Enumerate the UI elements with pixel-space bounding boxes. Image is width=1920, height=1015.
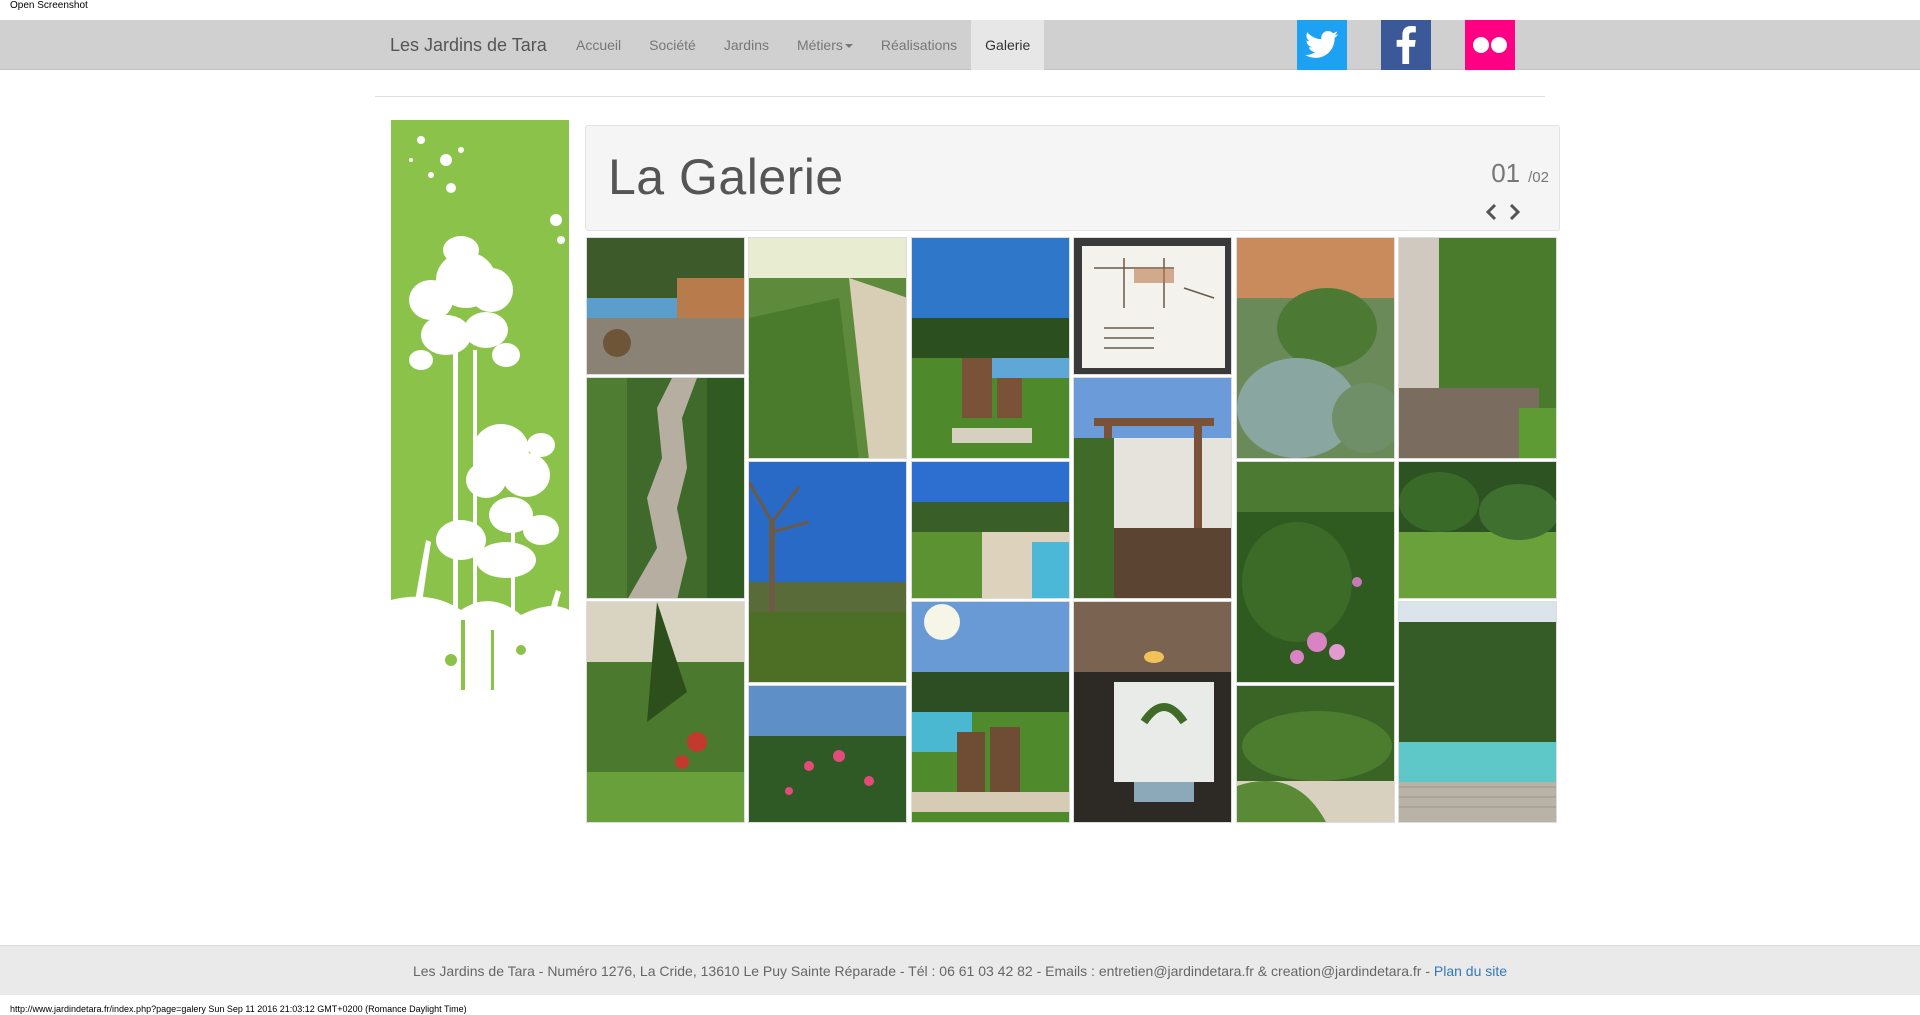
gallery-header: La Galerie 01/02 xyxy=(585,125,1560,231)
gallery-photo[interactable] xyxy=(1073,377,1232,599)
gallery-photo[interactable] xyxy=(586,601,745,823)
status-bar-url: http://www.jardindetara.fr/index.php?pag… xyxy=(10,1004,467,1014)
nav-item-galerie[interactable]: Galerie xyxy=(971,20,1045,70)
brand-link[interactable]: Les Jardins de Tara xyxy=(390,20,547,70)
header-divider xyxy=(375,96,1545,97)
gallery-photo[interactable] xyxy=(1073,237,1232,375)
gallery-photo[interactable] xyxy=(748,461,907,683)
nav-menu: Accueil Société Jardins Métiers Réalisat… xyxy=(562,20,1045,70)
nav-item-metiers[interactable]: Métiers xyxy=(783,20,867,70)
caret-down-icon xyxy=(844,44,853,49)
nav-item-label: Jardins xyxy=(723,37,769,53)
footer: Les Jardins de Tara - Numéro 1276, La Cr… xyxy=(0,945,1920,995)
page-total: /02 xyxy=(1528,169,1549,186)
previous-page-button[interactable] xyxy=(1483,203,1499,221)
facebook-link[interactable] xyxy=(1381,20,1431,70)
nav-item-label: Société xyxy=(649,37,696,53)
sitemap-link[interactable]: Plan du site xyxy=(1434,963,1507,979)
gallery-photo[interactable] xyxy=(1398,237,1557,459)
page-current: 01 xyxy=(1491,158,1521,188)
nav-item-accueil[interactable]: Accueil xyxy=(562,20,635,70)
gallery-photo[interactable] xyxy=(1398,601,1557,823)
nav-item-label: Galerie xyxy=(985,37,1031,53)
gallery-photo[interactable] xyxy=(586,237,745,375)
twitter-icon xyxy=(1305,31,1339,58)
nav-item-label: Accueil xyxy=(576,37,622,53)
footer-contact-text: Les Jardins de Tara - Numéro 1276, La Cr… xyxy=(412,963,1434,979)
page-counter: 01/02 xyxy=(1491,158,1549,189)
gallery-photo[interactable] xyxy=(748,237,907,459)
chevron-left-icon xyxy=(1485,204,1497,220)
gallery-photo[interactable] xyxy=(911,237,1070,459)
agapanthus-silhouette-banner xyxy=(391,120,569,690)
chevron-right-icon xyxy=(1509,204,1521,220)
gallery-photo[interactable] xyxy=(748,685,907,823)
gallery-photo[interactable] xyxy=(1236,237,1395,459)
nav-item-label: Réalisations xyxy=(880,37,958,53)
nav-item-label: Métiers xyxy=(796,37,843,53)
gallery-photo[interactable] xyxy=(1398,461,1557,599)
window-label: Open Screenshot xyxy=(10,0,88,11)
gallery-pagination xyxy=(1483,203,1523,221)
nav-item-societe[interactable]: Société xyxy=(635,20,710,70)
navbar: Les Jardins de Tara Accueil Société Jard… xyxy=(0,20,1920,70)
flickr-icon xyxy=(1473,37,1507,53)
gallery-photo[interactable] xyxy=(1236,461,1395,683)
gallery-photo[interactable] xyxy=(911,461,1070,599)
gallery-photo[interactable] xyxy=(1236,685,1395,823)
facebook-icon xyxy=(1396,26,1416,64)
gallery-photo[interactable] xyxy=(911,601,1070,823)
gallery-photo[interactable] xyxy=(1073,601,1232,823)
nav-item-realisations[interactable]: Réalisations xyxy=(867,20,971,70)
gallery-photo[interactable] xyxy=(586,377,745,599)
flickr-link[interactable] xyxy=(1465,20,1515,70)
nav-item-jardins[interactable]: Jardins xyxy=(710,20,783,70)
next-page-button[interactable] xyxy=(1507,203,1523,221)
page-title: La Galerie xyxy=(608,149,844,205)
twitter-link[interactable] xyxy=(1297,20,1347,70)
